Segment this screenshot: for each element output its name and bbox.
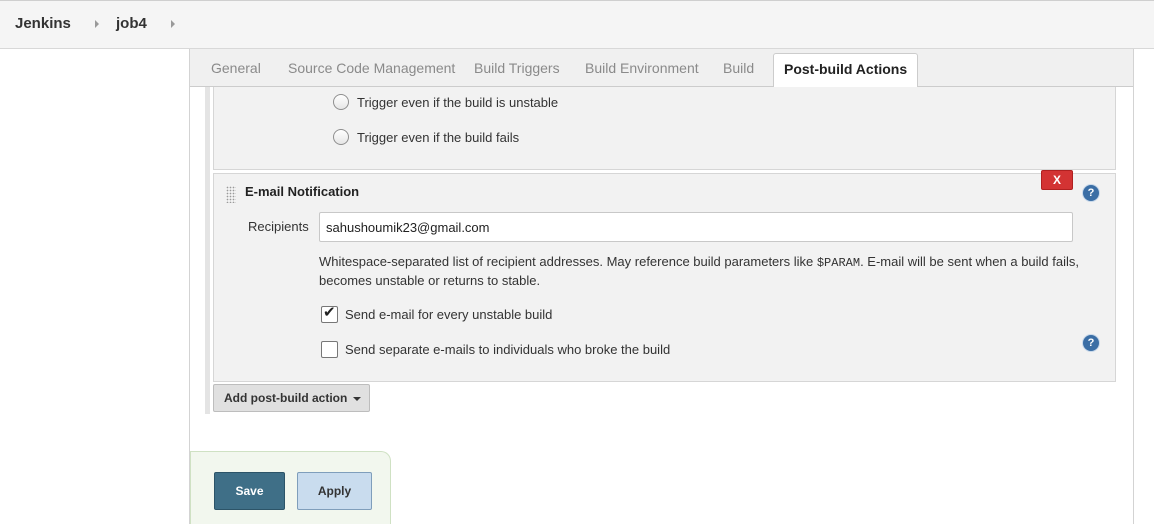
add-post-build-action-button[interactable]: Add post-build action bbox=[213, 384, 370, 412]
tab-post-build-actions[interactable]: Post-build Actions bbox=[773, 53, 919, 88]
send-separate-option[interactable]: Send separate e-mails to individuals who… bbox=[321, 341, 671, 358]
trigger-unstable-option[interactable]: Trigger even if the build is unstable bbox=[333, 94, 559, 110]
recipients-description: Whitespace-separated list of recipient a… bbox=[319, 253, 1079, 290]
config-tabbar: General Source Code Management Build Tri… bbox=[190, 49, 1133, 88]
tab-general[interactable]: General bbox=[211, 60, 261, 76]
tab-build-triggers[interactable]: Build Triggers bbox=[474, 60, 560, 76]
trigger-fails-option[interactable]: Trigger even if the build fails bbox=[333, 129, 520, 145]
tab-source-code-management[interactable]: Source Code Management bbox=[288, 60, 455, 76]
trigger-unstable-label: Trigger even if the build is unstable bbox=[357, 95, 559, 110]
send-unstable-label: Send e-mail for every unstable build bbox=[345, 307, 553, 322]
send-separate-checkbox[interactable] bbox=[321, 341, 338, 358]
help-icon[interactable]: ? bbox=[1083, 185, 1099, 201]
apply-button[interactable]: Apply bbox=[297, 472, 372, 510]
param-code: $PARAM bbox=[816, 256, 861, 270]
send-separate-label: Send separate e-mails to individuals who… bbox=[345, 342, 671, 357]
trigger-unstable-radio[interactable] bbox=[333, 94, 349, 110]
caret-right-icon[interactable] bbox=[95, 20, 99, 28]
breadcrumb-job4[interactable]: job4 bbox=[116, 15, 147, 32]
drag-handle-icon[interactable] bbox=[226, 186, 236, 203]
help-icon[interactable]: ? bbox=[1083, 335, 1099, 351]
recipients-description-text: Whitespace-separated list of recipient a… bbox=[319, 254, 817, 269]
email-notification-title: E-mail Notification bbox=[245, 184, 360, 199]
section-indent-bar bbox=[205, 87, 210, 414]
tab-build[interactable]: Build bbox=[723, 60, 754, 76]
config-panel: General Source Code Management Build Tri… bbox=[189, 49, 1134, 524]
add-post-build-action-label: Add post-build action bbox=[224, 391, 348, 405]
breadcrumb-jenkins[interactable]: Jenkins bbox=[15, 15, 71, 32]
trigger-options-box: Trigger even if the build is unstable Tr… bbox=[213, 87, 1116, 170]
recipients-label: Recipients bbox=[248, 219, 309, 234]
caret-right-icon[interactable] bbox=[171, 20, 175, 28]
breadcrumb: Jenkins job4 bbox=[0, 0, 1154, 49]
trigger-fails-label: Trigger even if the build fails bbox=[357, 130, 520, 145]
caret-down-icon bbox=[353, 397, 361, 401]
form-buttons-bar: Save Apply bbox=[190, 451, 391, 524]
tab-build-environment[interactable]: Build Environment bbox=[585, 60, 699, 76]
email-notification-box: E-mail Notification X ? Recipients White… bbox=[213, 170, 1116, 382]
delete-action-button[interactable]: X bbox=[1041, 170, 1073, 190]
save-button[interactable]: Save bbox=[214, 472, 285, 510]
send-unstable-option[interactable]: ✔ Send e-mail for every unstable build bbox=[321, 304, 553, 323]
recipients-input[interactable] bbox=[319, 212, 1073, 242]
send-unstable-checkbox[interactable]: ✔ bbox=[321, 304, 338, 323]
checkmark-icon: ✔ bbox=[323, 304, 336, 321]
trigger-fails-radio[interactable] bbox=[333, 129, 349, 145]
